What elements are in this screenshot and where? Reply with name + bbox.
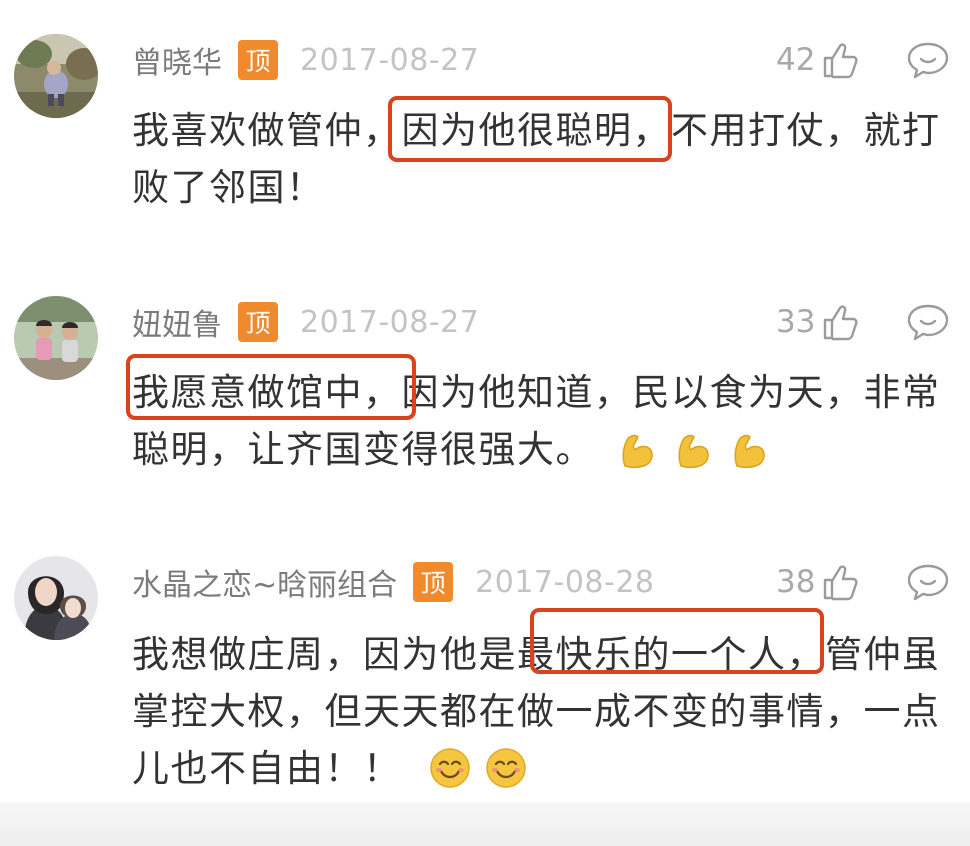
flexed-biceps-icon bbox=[678, 434, 710, 469]
top-badge: 顶 bbox=[238, 40, 278, 80]
highlight-box bbox=[530, 608, 824, 674]
comment-date: 2017-08-27 bbox=[300, 42, 480, 78]
avatar-two-people-icon bbox=[14, 556, 98, 640]
thumbs-up-icon bbox=[824, 43, 859, 79]
top-badge: 顶 bbox=[413, 562, 454, 602]
flexed-biceps-icon bbox=[622, 434, 654, 469]
reply-icon[interactable] bbox=[906, 302, 950, 342]
like-button[interactable]: 38 bbox=[776, 560, 859, 604]
top-badge: 顶 bbox=[238, 302, 278, 342]
username[interactable]: 曾晓华 bbox=[132, 38, 222, 82]
comment-meta: 曾晓华 顶 2017-08-27 bbox=[132, 38, 479, 82]
avatar[interactable] bbox=[14, 556, 98, 640]
avatar-child-outdoors-icon bbox=[14, 34, 98, 118]
comment-meta: 水晶之恋~晗丽组合 顶 2017-08-28 bbox=[132, 560, 655, 604]
thumbs-up-icon bbox=[824, 565, 859, 601]
avatar[interactable] bbox=[14, 34, 98, 118]
reply-icon[interactable] bbox=[906, 40, 950, 80]
smiling-face-icon bbox=[430, 748, 470, 788]
like-button[interactable]: 42 bbox=[776, 38, 859, 82]
avatar-two-children-icon bbox=[14, 296, 98, 380]
like-count: 38 bbox=[776, 564, 816, 600]
like-button[interactable]: 33 bbox=[776, 300, 859, 344]
avatar[interactable] bbox=[14, 296, 98, 380]
username[interactable]: 妞妞鲁 bbox=[132, 300, 222, 344]
comment-meta: 妞妞鲁 顶 2017-08-27 bbox=[132, 300, 479, 344]
like-count: 42 bbox=[776, 42, 816, 78]
comment-date: 2017-08-28 bbox=[475, 564, 655, 600]
like-count: 33 bbox=[776, 304, 816, 340]
thumbs-up-icon bbox=[824, 305, 859, 341]
smiling-face-icon bbox=[486, 748, 526, 788]
flexed-biceps-icon bbox=[734, 434, 766, 469]
comment-date: 2017-08-27 bbox=[300, 304, 480, 340]
reply-icon[interactable] bbox=[906, 562, 950, 602]
username[interactable]: 水晶之恋~晗丽组合 bbox=[132, 560, 397, 604]
highlight-box bbox=[388, 96, 672, 162]
highlight-box bbox=[126, 354, 416, 420]
bottom-bar bbox=[0, 802, 970, 846]
